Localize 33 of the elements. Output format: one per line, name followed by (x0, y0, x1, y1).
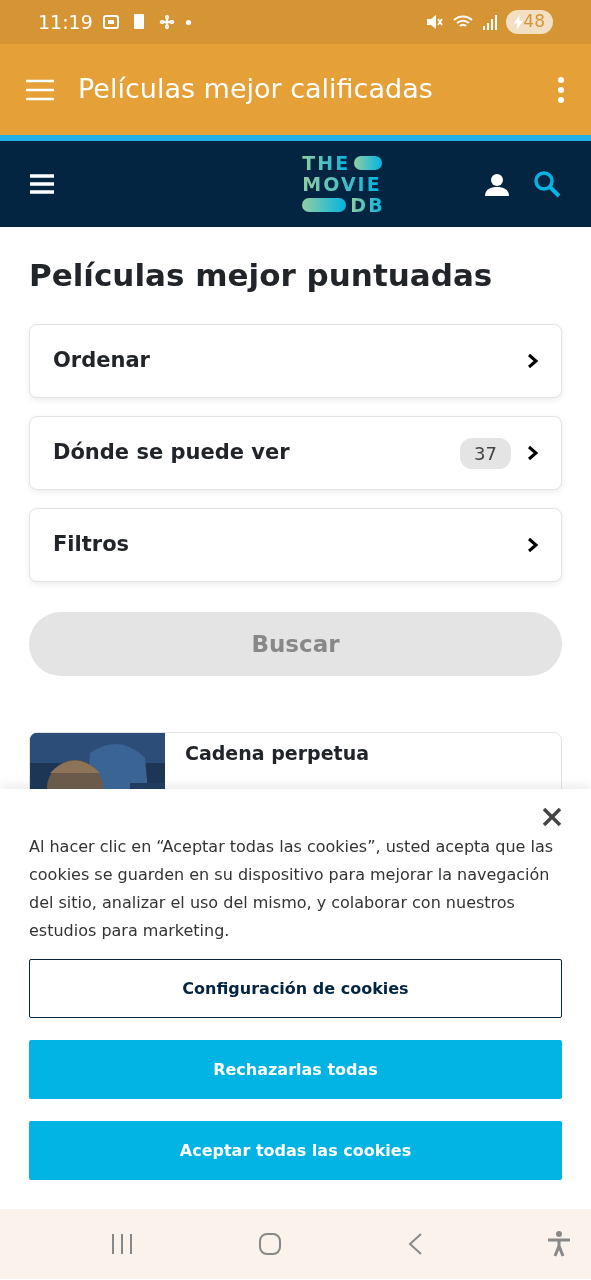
mute-icon (424, 12, 445, 32)
search-icon[interactable] (533, 170, 561, 198)
chevron-icon (527, 537, 539, 554)
screenshot-icon (100, 12, 121, 32)
home-icon[interactable] (258, 1232, 283, 1256)
signal-icon (482, 13, 499, 31)
accessibility-icon[interactable] (547, 1231, 571, 1257)
chevron-icon (527, 353, 539, 370)
chevron-icon (527, 445, 539, 462)
panel-label: Dónde se puede ver (53, 439, 291, 467)
recent-apps-icon[interactable] (110, 1232, 134, 1256)
movie-card[interactable]: Cadena perpetua (29, 732, 562, 789)
dot-icon (184, 18, 192, 26)
filter-panel[interactable]: Filtros (29, 508, 562, 583)
cookie-button[interactable]: Configuración de cookies (29, 959, 562, 1018)
back-icon[interactable] (406, 1232, 423, 1256)
clock-text: 11:19 (38, 9, 93, 35)
close-icon[interactable] (542, 807, 562, 827)
more-icon[interactable] (557, 76, 565, 103)
user-icon[interactable] (485, 172, 509, 196)
filter-panel[interactable]: Ordenar (29, 324, 562, 399)
cookie-notice: Al hacer clic en “Aceptar todas las cookies”, usted acepta que las cookies se guarden en su dispositivo para mejorar la navegación del sitio, analizar el uso del mismo, y colaborar con nuestros estudios para marketing. (29, 836, 555, 942)
panel-label: Ordenar (53, 347, 151, 375)
filter-panel[interactable]: Dónde se puede ver 37 (29, 416, 562, 491)
movie-title: Cadena perpetua (184, 741, 370, 767)
bolt-icon (514, 14, 524, 30)
count-badge: 37 (460, 437, 511, 469)
battery-text: 48 (523, 10, 545, 34)
panel-label: Filtros (53, 531, 131, 559)
logo[interactable]: THE MOVIE DB (302, 152, 385, 216)
page-title: Películas mejor puntuadas (29, 257, 494, 295)
app-bar-title: Películas mejor calificadas (78, 73, 434, 106)
menu-icon[interactable] (30, 173, 54, 195)
